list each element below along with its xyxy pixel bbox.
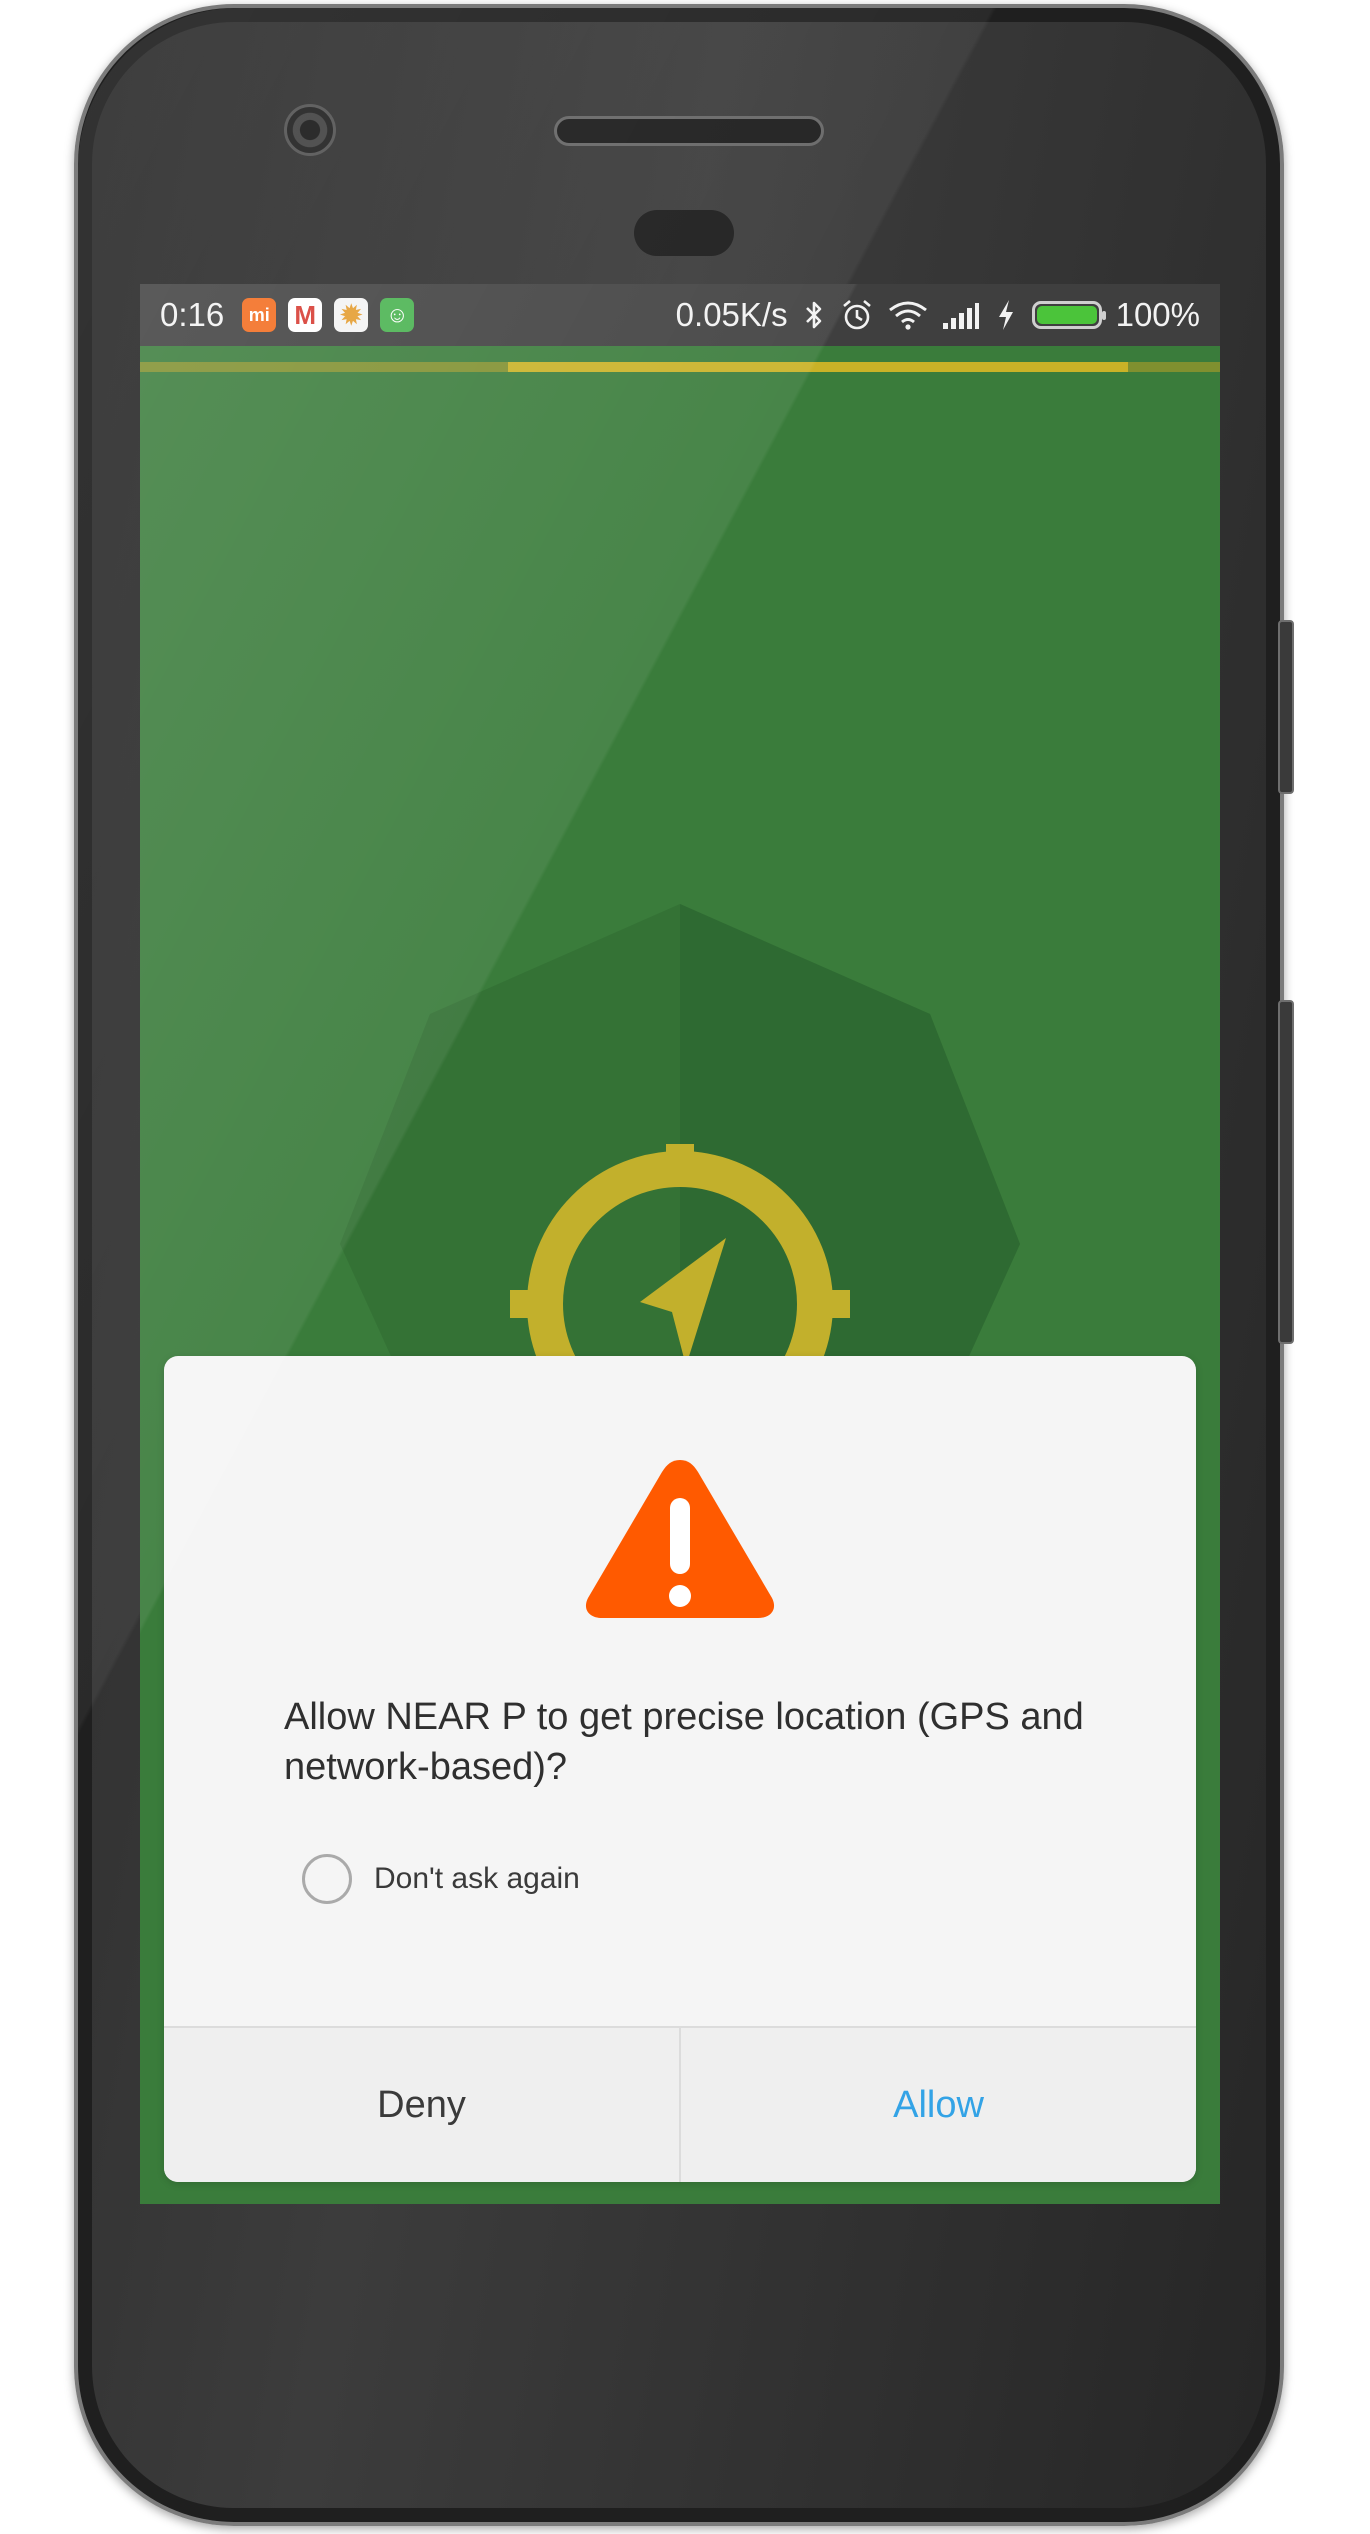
status-bar: 0:16 mi M ✹ ☺ 0.05K/s 100% xyxy=(140,284,1220,346)
battery-icon xyxy=(1031,301,1106,329)
battery-level-fill xyxy=(1036,306,1097,324)
power-button xyxy=(1278,620,1294,794)
settings-icon: ✹ xyxy=(334,298,369,332)
battery-percentage: 100% xyxy=(1115,296,1200,333)
status-bar-right: 0.05K/s 100% xyxy=(676,296,1200,334)
charging-icon xyxy=(994,297,1018,333)
loading-progress-track xyxy=(140,362,1220,372)
status-bar-left: 0:16 mi M ✹ ☺ xyxy=(160,296,415,334)
mi-icon: mi xyxy=(242,298,277,332)
alarm-icon xyxy=(840,297,874,333)
loading-progress-fill xyxy=(508,362,1128,372)
deny-button[interactable]: Deny xyxy=(164,2028,681,2182)
front-camera xyxy=(284,104,336,156)
signal-icon xyxy=(942,297,980,333)
earpiece-speaker xyxy=(554,116,824,146)
warning-icon xyxy=(585,1460,775,1618)
bluetooth-icon xyxy=(802,297,826,333)
permission-dialog: Allow NEAR P to get precise location (GP… xyxy=(164,1356,1196,2182)
volume-button xyxy=(1278,1000,1294,1344)
dont-ask-again-option[interactable]: Don't ask again xyxy=(302,1854,580,1904)
status-time: 0:16 xyxy=(160,296,225,333)
android-app-icon: ☺ xyxy=(380,298,415,332)
gmail-icon: M xyxy=(288,298,323,332)
phone-screen: 0:16 mi M ✹ ☺ 0.05K/s 100% Allow NEAR P … xyxy=(140,284,1220,2204)
dont-ask-again-checkbox[interactable] xyxy=(302,1854,352,1904)
wifi-icon xyxy=(888,297,928,333)
dialog-actions: Deny Allow xyxy=(164,2026,1196,2182)
allow-button[interactable]: Allow xyxy=(681,2028,1196,2182)
dont-ask-again-label: Don't ask again xyxy=(374,1862,580,1895)
network-speed: 0.05K/s xyxy=(675,296,788,333)
proximity-sensor xyxy=(634,210,734,256)
dialog-message: Allow NEAR P to get precise location (GP… xyxy=(284,1696,1084,1788)
